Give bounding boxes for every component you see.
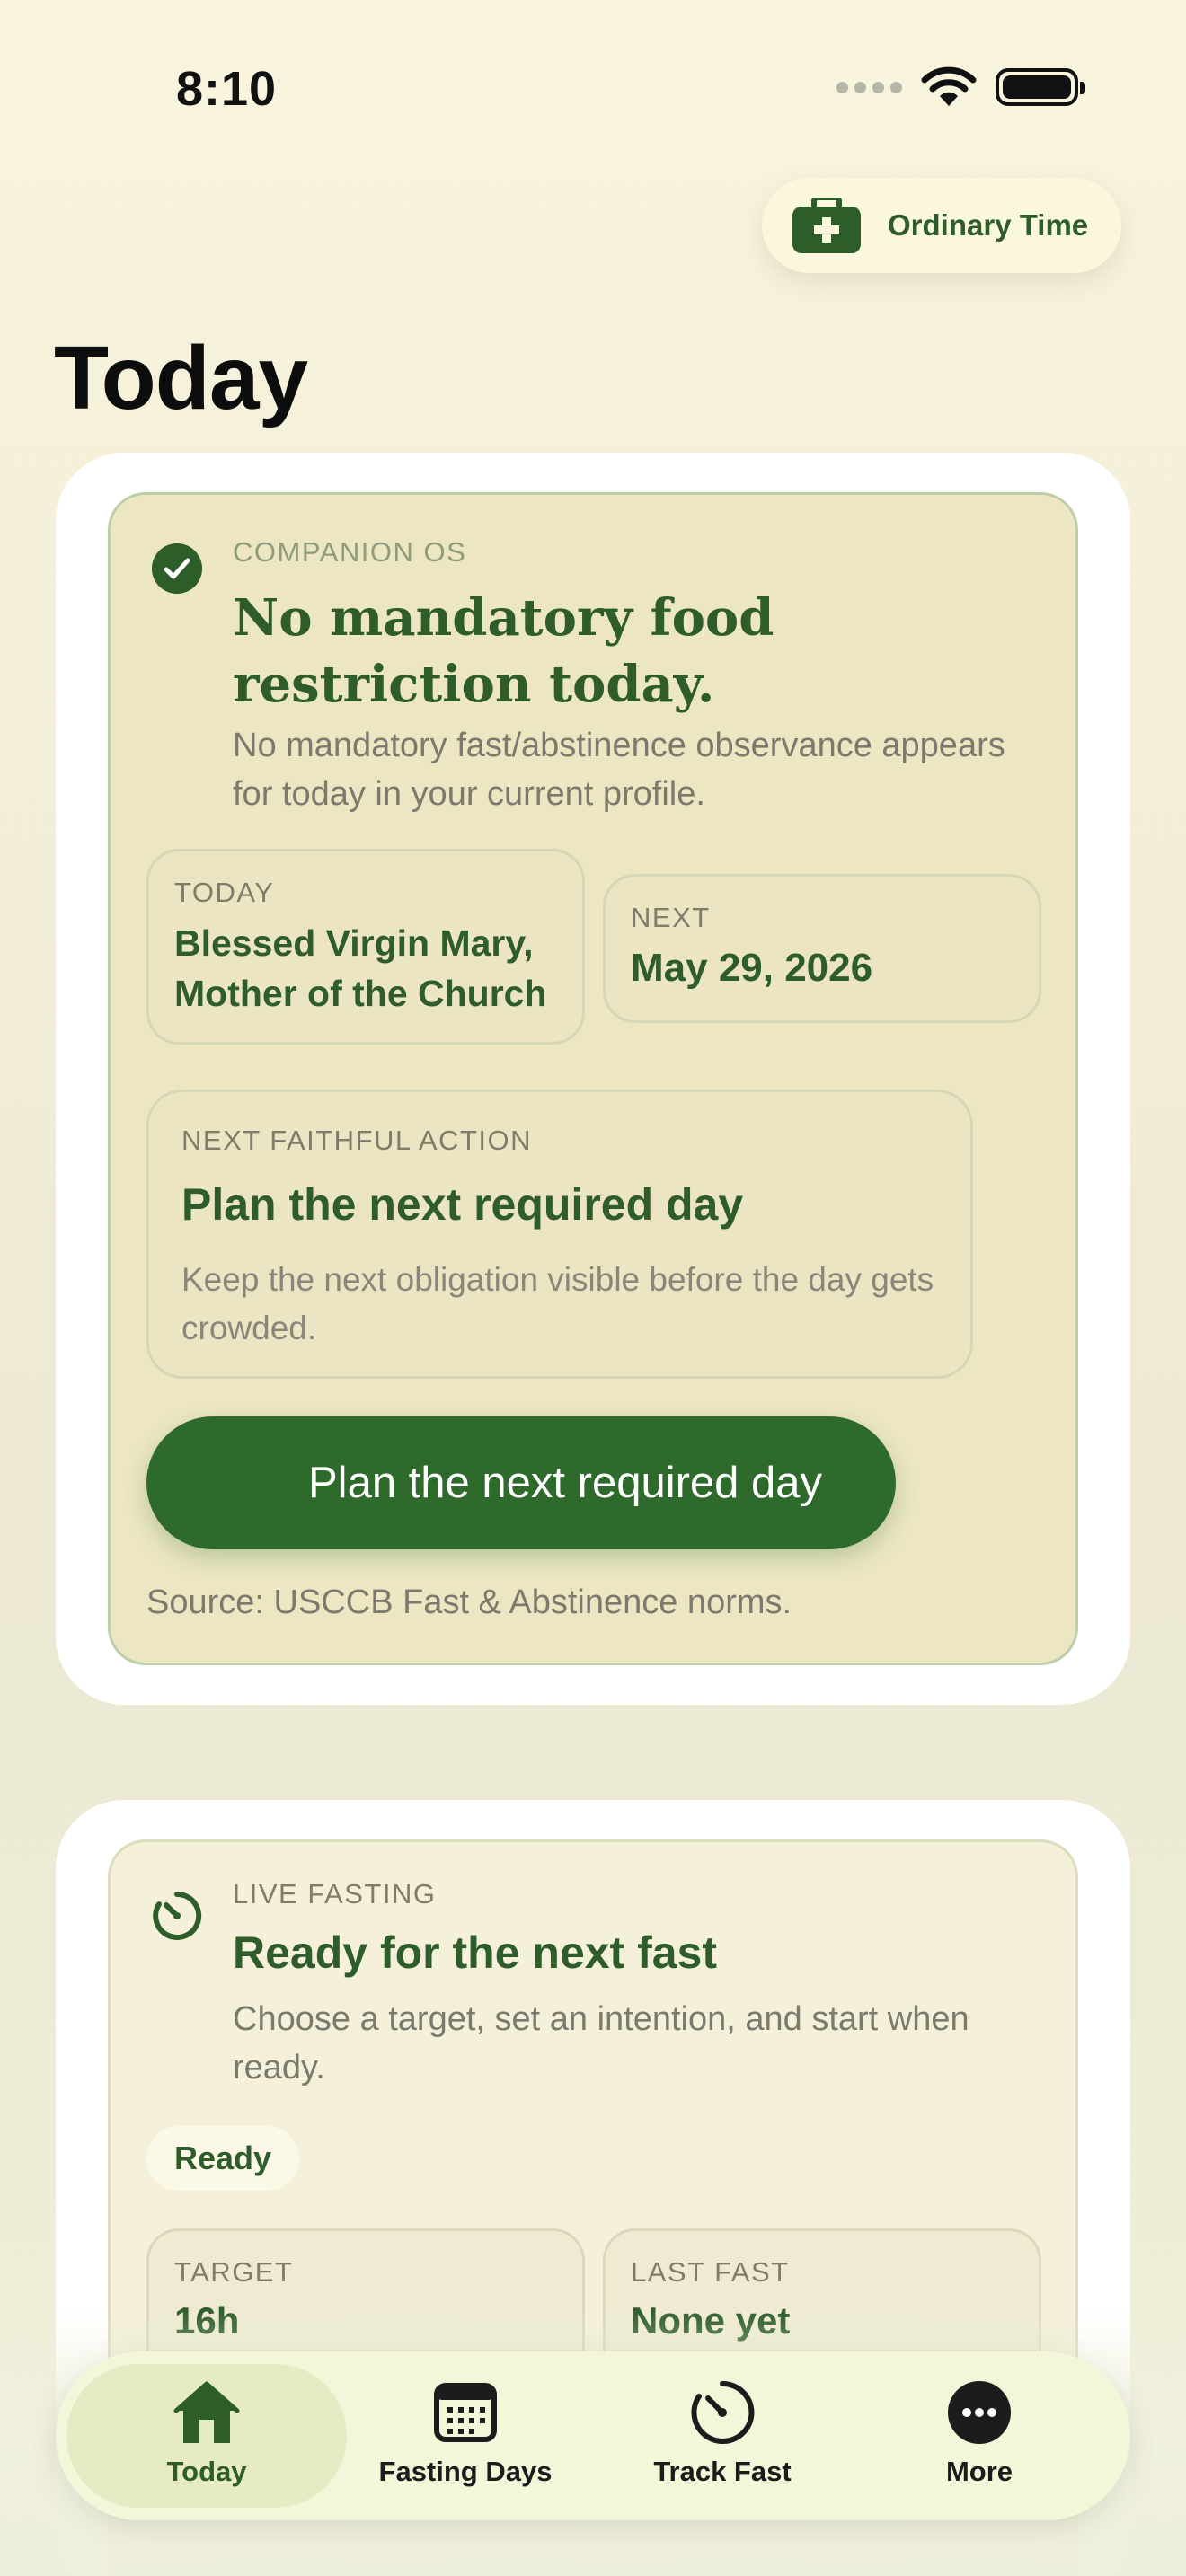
- cellular-signal-icon: [836, 81, 902, 93]
- tab-track-fast-label: Track Fast: [653, 2456, 792, 2487]
- ellipsis-icon: [948, 2381, 1011, 2444]
- timer-icon: [691, 2380, 755, 2444]
- battery-icon: [996, 68, 1085, 106]
- today-feast-box: TODAY Blessed Virgin Mary, Mother of the…: [146, 849, 585, 1045]
- tab-more-label: More: [945, 2456, 1013, 2487]
- first-aid-kit-icon: [792, 198, 861, 253]
- observance-headline: No mandatory food restriction today.: [233, 588, 774, 714]
- liturgical-season-button[interactable]: Ordinary Time: [762, 178, 1121, 273]
- observance-card-container: COMPANION OS No mandatory food restricti…: [56, 453, 1130, 1705]
- status-time: 8:10: [176, 62, 278, 116]
- tab-fasting-days-label: Fasting Days: [378, 2456, 553, 2487]
- live-fasting-eyebrow: LIVE FASTING: [233, 1878, 437, 1910]
- season-label: Ordinary Time: [888, 208, 1089, 242]
- calendar-icon: [434, 2383, 497, 2442]
- next-date-box: NEXT May 29, 2026: [603, 874, 1041, 1023]
- next-action-title: Plan the next required day: [181, 1179, 744, 1230]
- today-label: TODAY: [174, 877, 275, 908]
- target-label: TARGET: [174, 2256, 294, 2288]
- tab-fasting-days[interactable]: Fasting Days: [340, 2351, 591, 2520]
- page-title: Today: [54, 328, 308, 428]
- tab-more[interactable]: More: [854, 2351, 1105, 2520]
- live-fasting-description: Choose a target, set an intention, and s…: [233, 2000, 969, 2086]
- next-action-description: Keep the next obligation visible before …: [181, 1261, 934, 1346]
- next-action-box: NEXT FAITHFUL ACTION Plan the next requi…: [146, 1090, 973, 1379]
- tab-today-label: Today: [166, 2456, 247, 2487]
- next-label: NEXT: [631, 902, 711, 933]
- observance-description: No mandatory fast/abstinence observance …: [233, 727, 1005, 813]
- today-value: Blessed Virgin Mary, Mother of the Churc…: [174, 922, 547, 1014]
- status-badge: Ready: [146, 2126, 299, 2191]
- status-icons: [836, 66, 1085, 108]
- wifi-icon: [921, 66, 977, 106]
- last-fast-label: LAST FAST: [631, 2256, 790, 2288]
- tab-today[interactable]: Today: [81, 2351, 332, 2520]
- tab-track-fast[interactable]: Track Fast: [597, 2351, 848, 2520]
- timer-icon: [153, 1891, 202, 1940]
- live-fasting-title: Ready for the next fast: [233, 1928, 718, 1978]
- source-note: Source: USCCB Fast & Abstinence norms.: [146, 1584, 792, 1621]
- checkmark-icon: [152, 543, 202, 594]
- next-value: May 29, 2026: [631, 946, 873, 990]
- observance-card: COMPANION OS No mandatory food restricti…: [108, 492, 1078, 1665]
- house-icon: [173, 2381, 240, 2443]
- observance-eyebrow: COMPANION OS: [233, 536, 467, 568]
- plan-next-day-button[interactable]: Plan the next required day: [146, 1416, 896, 1549]
- tab-bar: Today Fasting Days Track Fast More: [56, 2351, 1130, 2520]
- next-action-label: NEXT FAITHFUL ACTION: [181, 1125, 532, 1156]
